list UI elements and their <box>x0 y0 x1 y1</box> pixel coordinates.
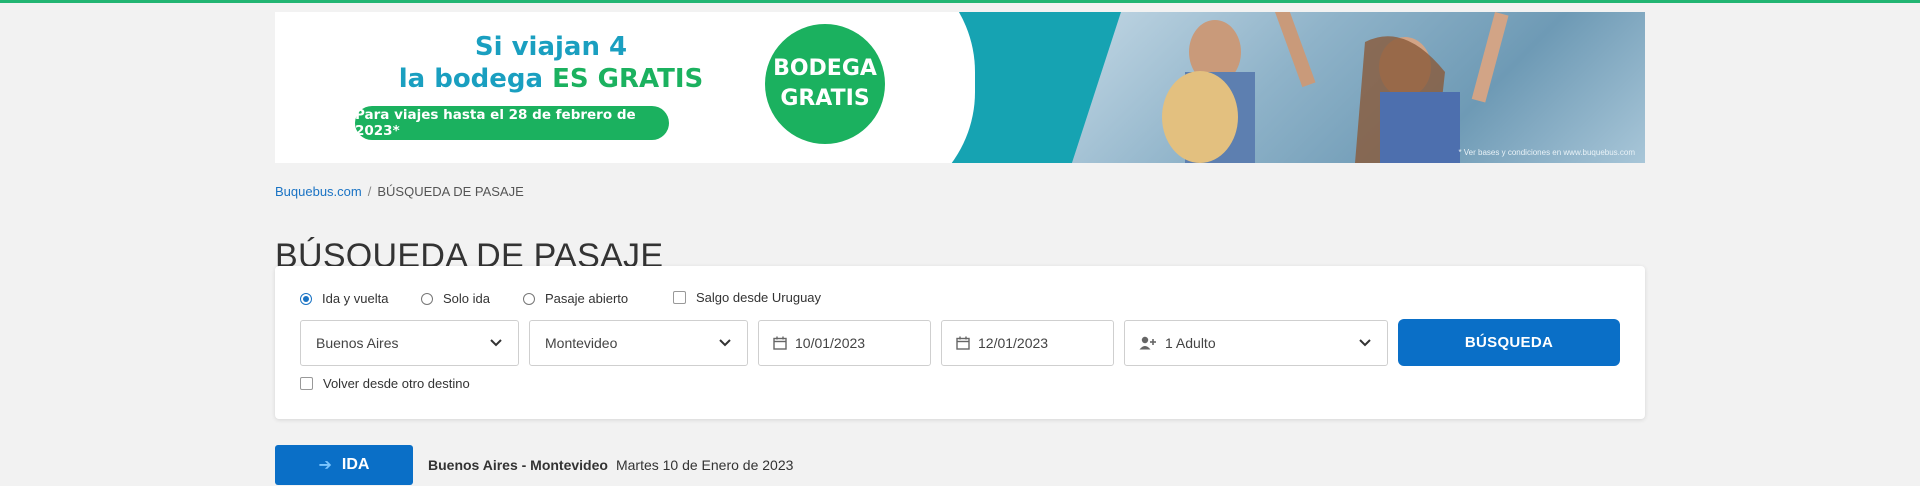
return-other-destination-label: Volver desde otro destino <box>323 376 470 391</box>
search-form-card: Ida y vuelta Solo ida Pasaje abierto Sal… <box>275 266 1645 419</box>
banner-badge: BODEGA GRATIS <box>765 24 885 144</box>
breadcrumb-separator: / <box>367 184 372 199</box>
passengers-value: 1 Adulto <box>1165 335 1216 351</box>
return-other-destination-checkbox[interactable] <box>300 377 313 390</box>
one-way-label: Solo ida <box>443 291 490 306</box>
open-ticket-radio[interactable] <box>523 292 535 305</box>
outbound-route: Buenos Aires - Montevideo <box>428 457 608 473</box>
return-other-destination-option[interactable]: Volver desde otro destino <box>300 376 470 391</box>
banner-badge-line2: GRATIS <box>780 86 870 111</box>
outbound-ida-button[interactable]: ➔ IDA <box>275 445 413 485</box>
return-date-value: 12/01/2023 <box>978 335 1049 351</box>
promo-banner[interactable]: Si viajan 4 la bodega ES GRATIS Para via… <box>275 12 1645 163</box>
calendar-icon <box>956 336 970 350</box>
banner-headline-line1: Si viajan 4 <box>474 32 628 62</box>
passengers-select[interactable]: 1 Adulto <box>1124 320 1388 366</box>
outbound-ida-label: IDA <box>341 456 370 473</box>
trip-type-one-way[interactable]: Solo ida <box>421 291 490 306</box>
destination-select[interactable]: Montevideo <box>529 320 748 366</box>
from-uruguay-option[interactable]: Salgo desde Uruguay <box>673 290 821 305</box>
one-way-radio[interactable] <box>421 292 433 305</box>
outbound-route-info: Buenos Aires - Montevideo Martes 10 de En… <box>428 457 793 473</box>
open-ticket-label: Pasaje abierto <box>545 291 629 306</box>
top-accent-line <box>0 0 1920 3</box>
breadcrumb-home-link[interactable]: Buquebus.com <box>275 184 362 199</box>
chevron-down-icon <box>719 339 731 347</box>
return-date-field[interactable]: 12/01/2023 <box>941 320 1114 366</box>
arrow-right-icon: ➔ <box>318 457 332 474</box>
depart-date-field[interactable]: 10/01/2023 <box>758 320 931 366</box>
banner-headline-line2-a: la bodega <box>398 64 553 94</box>
destination-value: Montevideo <box>545 335 618 351</box>
origin-select[interactable]: Buenos Aires <box>300 320 519 366</box>
breadcrumb: Buquebus.com / BÚSQUEDA DE PASAJE <box>275 184 524 199</box>
calendar-icon <box>773 336 787 350</box>
banner-validity-pill: Para viajes hasta el 28 de febrero de 20… <box>355 106 669 140</box>
outbound-date: Martes 10 de Enero de 2023 <box>615 457 794 473</box>
banner-badge-line1: BODEGA <box>773 56 877 81</box>
depart-date-value: 10/01/2023 <box>795 335 866 351</box>
origin-value: Buenos Aires <box>316 335 399 351</box>
from-uruguay-label: Salgo desde Uruguay <box>696 290 822 305</box>
trip-type-round-trip[interactable]: Ida y vuelta <box>300 291 389 306</box>
banner-headline-line2-b: ES GRATIS <box>552 64 704 94</box>
banner-headline-line2: la bodega ES GRATIS <box>301 64 801 94</box>
trip-type-open[interactable]: Pasaje abierto <box>523 291 628 306</box>
chevron-down-icon <box>1359 339 1371 347</box>
banner-fine-print: * Ver bases y condiciones en www.buquebu… <box>1458 148 1635 157</box>
search-button[interactable]: BÚSQUEDA <box>1398 319 1620 366</box>
chevron-down-icon <box>490 339 502 347</box>
round-trip-radio[interactable] <box>300 292 312 305</box>
round-trip-label: Ida y vuelta <box>322 291 389 306</box>
banner-people-illustration <box>1162 12 1509 163</box>
from-uruguay-checkbox[interactable] <box>673 291 686 304</box>
breadcrumb-current: BÚSQUEDA DE PASAJE <box>377 184 524 199</box>
add-user-icon <box>1139 336 1156 350</box>
